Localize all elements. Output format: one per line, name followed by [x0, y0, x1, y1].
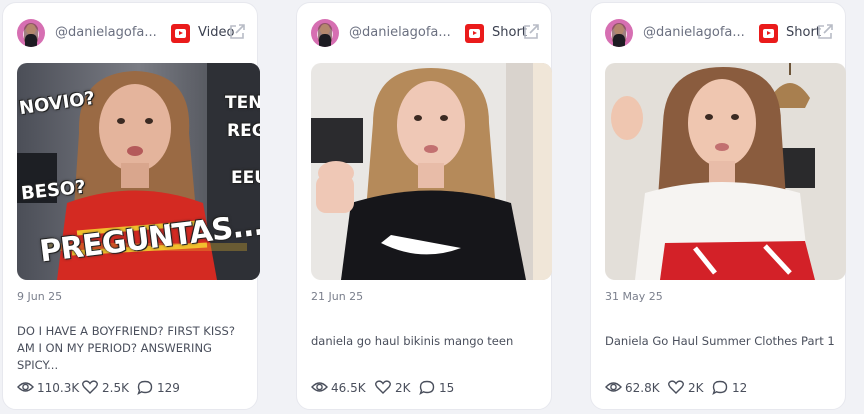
heart-icon: [375, 380, 391, 394]
comment-icon: [419, 380, 435, 395]
likes-count: 2K: [395, 381, 411, 395]
avatar[interactable]: [311, 19, 339, 47]
youtube-icon: [465, 24, 484, 43]
card-header: @danielagofa... Short: [605, 19, 834, 49]
views-count: 46.5K: [331, 381, 366, 395]
external-link-icon[interactable]: [228, 23, 246, 41]
video-title[interactable]: DO I HAVE A BOYFRIEND? FIRST KISS? AM I …: [17, 323, 251, 374]
comments-count: 12: [732, 381, 748, 395]
thumbnail-text: TENG: [225, 93, 260, 113]
external-link-icon[interactable]: [522, 23, 540, 41]
video-card[interactable]: @danielagofa... Video NOVIO? BESO? TEN R…: [2, 2, 260, 410]
channel-handle[interactable]: @danielagofa...: [55, 25, 157, 40]
eye-icon: [605, 382, 622, 392]
avatar[interactable]: [17, 19, 45, 47]
video-card[interactable]: @danielagofa... Short: [296, 2, 552, 410]
video-card[interactable]: @danielagofa... Short: [590, 2, 846, 410]
heart-icon: [668, 380, 684, 394]
video-title[interactable]: Daniela Go Haul Summer Clothes Part 1: [605, 333, 839, 350]
comments-count: 129: [157, 381, 180, 395]
channel-handle[interactable]: @danielagofa...: [349, 25, 451, 40]
eye-icon: [311, 382, 328, 392]
likes-count: 2.5K: [102, 381, 129, 395]
comment-icon: [137, 380, 153, 395]
youtube-icon: [759, 24, 778, 43]
comment-icon: [712, 380, 728, 395]
external-link-icon[interactable]: [816, 23, 834, 41]
card-header: @danielagofa... Video: [17, 19, 246, 49]
avatar[interactable]: [605, 19, 633, 47]
video-title[interactable]: daniela go haul bikinis mango teen: [311, 333, 545, 350]
video-thumbnail[interactable]: [311, 63, 552, 280]
publish-date: 21 Jun 25: [311, 290, 364, 303]
thumbnail-text: REGI: [227, 121, 260, 141]
video-thumbnail[interactable]: [605, 63, 846, 280]
comments-count: 15: [439, 381, 455, 395]
card-header: @danielagofa... Short: [311, 19, 540, 49]
views-count: 110.3K: [37, 381, 80, 395]
views-count: 62.8K: [625, 381, 660, 395]
eye-icon: [17, 382, 34, 392]
youtube-icon: [171, 24, 190, 43]
channel-handle[interactable]: @danielagofa...: [643, 25, 745, 40]
publish-date: 31 May 25: [605, 290, 663, 303]
video-thumbnail[interactable]: NOVIO? BESO? TENG REGI EEU PREGUNTAS...: [17, 63, 260, 280]
thumbnail-text: EEU: [231, 168, 260, 188]
publish-date: 9 Jun 25: [17, 290, 63, 303]
likes-count: 2K: [688, 381, 704, 395]
heart-icon: [82, 380, 98, 394]
